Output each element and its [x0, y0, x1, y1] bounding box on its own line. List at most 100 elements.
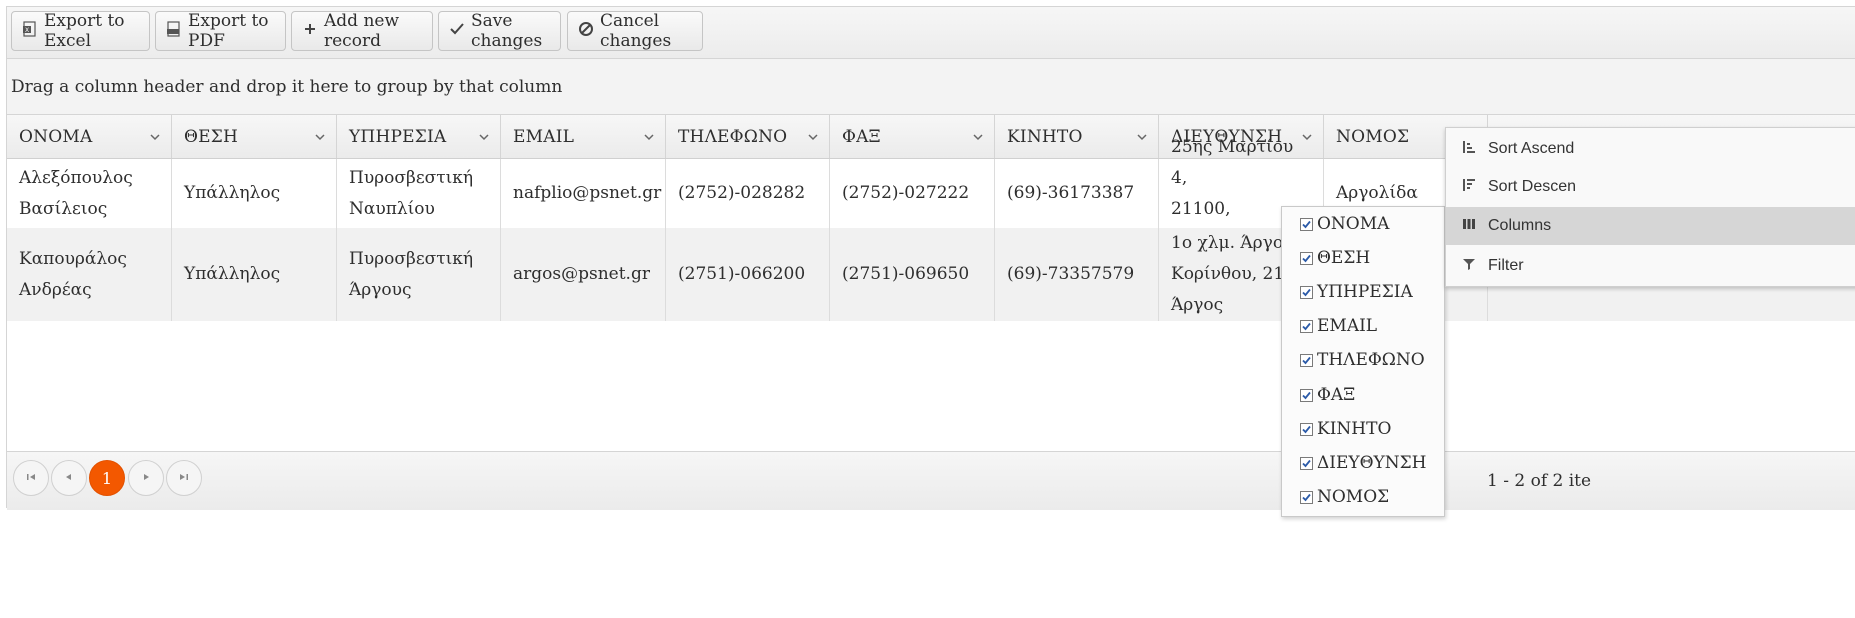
cell-text: Πυροσβεστική [349, 167, 474, 188]
column-toggle-label: ΚΙΝΗΤΟ [1317, 419, 1392, 439]
checkbox-checked-icon[interactable] [1300, 353, 1313, 367]
chevron-down-icon[interactable] [641, 129, 657, 145]
next-page-icon [140, 468, 152, 488]
grid-toolbar: X Export to Excel Export to PDF Add new … [7, 7, 1855, 59]
checkbox-checked-icon[interactable] [1300, 217, 1313, 231]
pdf-icon [166, 20, 182, 42]
column-header-label: EMAIL [513, 126, 575, 147]
add-record-label: Add new record [324, 11, 400, 51]
cancel-changes-label: Cancel changes [600, 11, 672, 51]
column-toggle-tilefono[interactable]: ΤΗΛΕΦΩΝΟ [1300, 348, 1425, 372]
svg-text:X: X [25, 27, 29, 34]
column-header-label: ΦΑΞ [842, 126, 881, 147]
prev-page-icon [63, 468, 75, 488]
cell-tilefono: (2752)-028282 [666, 159, 830, 228]
checkbox-checked-icon[interactable] [1300, 388, 1313, 402]
export-pdf-button[interactable]: Export to PDF [155, 11, 286, 51]
column-toggle-fax[interactable]: ΦΑΞ [1300, 383, 1355, 407]
cell-text: 25ης Μαρτίου 4, [1171, 136, 1294, 188]
checkbox-checked-icon[interactable] [1300, 285, 1313, 299]
cell-fax: (2752)-027222 [830, 159, 995, 228]
cell-ypiresia: Πυροσβεστική Ναυπλίου [337, 159, 501, 228]
column-toggle-kinito[interactable]: ΚΙΝΗΤΟ [1300, 417, 1391, 441]
column-chooser-menu: ΟΝΟΜΑ ΘΕΣΗ ΥΠΗΡΕΣΙΑ EMAIL ΤΗΛΕΦΩΝΟ ΦΑΞ Κ… [1281, 206, 1445, 517]
save-changes-label: Save changes [471, 11, 543, 51]
cell-kinito: (69)-73357579 [995, 228, 1159, 321]
column-toggle-label: ΘΕΣΗ [1317, 248, 1371, 268]
cancel-changes-button[interactable]: Cancel changes [567, 11, 703, 51]
column-header-onoma[interactable]: ΟΝΟΜΑ [7, 115, 172, 158]
cell-text: Αλεξόπουλος [19, 167, 133, 188]
cell-text: Βασίλειος [19, 198, 108, 219]
column-header-ypiresia[interactable]: ΥΠΗΡΕΣΙΑ [337, 115, 501, 158]
column-toggle-label: ΟΝΟΜΑ [1317, 214, 1390, 234]
column-header-label: ΚΙΝΗΤΟ [1007, 126, 1083, 147]
plus-icon [302, 21, 318, 42]
column-toggle-thesi[interactable]: ΘΕΣΗ [1300, 246, 1370, 270]
column-header-label: ΘΕΣΗ [184, 126, 238, 147]
group-drop-area[interactable]: Drag a column header and drop it here to… [7, 59, 1855, 115]
cell-text: Πυροσβεστική [349, 248, 474, 269]
sort-ascending-item[interactable]: Sort Ascend [1446, 130, 1855, 168]
chevron-down-icon[interactable] [970, 129, 986, 145]
last-page-button[interactable] [166, 460, 202, 496]
column-toggle-nomos[interactable]: ΝΟΜΟΣ [1300, 485, 1389, 509]
column-header-thesi[interactable]: ΘΕΣΗ [172, 115, 337, 158]
save-changes-button[interactable]: Save changes [438, 11, 561, 51]
first-page-button[interactable] [13, 460, 49, 496]
column-header-tilefono[interactable]: ΤΗΛΕΦΩΝΟ [666, 115, 830, 158]
sort-descending-icon [1462, 178, 1476, 197]
column-toggle-ypiresia[interactable]: ΥΠΗΡΕΣΙΑ [1300, 280, 1413, 304]
checkbox-checked-icon[interactable] [1300, 319, 1313, 333]
prev-page-button[interactable] [51, 460, 87, 496]
pager: 1 1 - 2 of 2 ite [7, 451, 1855, 510]
chevron-down-icon[interactable] [312, 129, 328, 145]
checkbox-checked-icon[interactable] [1300, 422, 1313, 436]
cell-ypiresia: Πυροσβεστική Άργους [337, 228, 501, 321]
cell-text: Άργος [1171, 295, 1224, 315]
export-pdf-label: Export to PDF [188, 11, 269, 51]
column-header-label: ΥΠΗΡΕΣΙΑ [349, 126, 447, 147]
page-1-button[interactable]: 1 [89, 460, 125, 496]
add-record-button[interactable]: Add new record [291, 11, 433, 51]
pager-info: 1 - 2 of 2 ite [1487, 471, 1592, 491]
cell-text: Καπουράλος [19, 248, 127, 269]
filter-icon [1462, 257, 1476, 276]
current-page-number: 1 [101, 468, 113, 488]
cell-tilefono: (2751)-066200 [666, 228, 830, 321]
last-page-icon [178, 468, 190, 488]
column-toggle-email[interactable]: EMAIL [1300, 314, 1377, 338]
check-icon [449, 21, 465, 42]
column-header-fax[interactable]: ΦΑΞ [830, 115, 995, 158]
chevron-down-icon[interactable] [147, 129, 163, 145]
column-toggle-label: ΤΗΛΕΦΩΝΟ [1317, 350, 1425, 370]
columns-item[interactable]: Columns [1446, 207, 1855, 245]
chevron-down-icon[interactable] [1134, 129, 1150, 145]
cell-fax: (2751)-069650 [830, 228, 995, 321]
column-header-menu: Sort Ascend Sort Descen Columns Filter [1445, 127, 1855, 287]
export-excel-label: Export to Excel [44, 11, 125, 51]
checkbox-checked-icon[interactable] [1300, 490, 1313, 504]
column-toggle-onoma[interactable]: ΟΝΟΜΑ [1300, 212, 1389, 236]
cell-text: Άργους [349, 279, 412, 300]
checkbox-checked-icon[interactable] [1300, 251, 1313, 265]
cell-text: Ανδρέας [19, 279, 92, 300]
column-toggle-dieuthinsi[interactable]: ΔΙΕΥΘΥΝΣΗ [1300, 451, 1427, 475]
chevron-down-icon[interactable] [476, 129, 492, 145]
checkbox-checked-icon[interactable] [1300, 456, 1313, 470]
column-toggle-label: EMAIL [1317, 316, 1378, 336]
filter-item[interactable]: Filter [1446, 247, 1855, 285]
sort-ascending-icon [1462, 140, 1476, 159]
column-header-label: ΟΝΟΜΑ [19, 126, 93, 147]
sort-descending-item[interactable]: Sort Descen [1446, 168, 1855, 206]
column-toggle-label: ΔΙΕΥΘΥΝΣΗ [1317, 453, 1427, 473]
column-header-kinito[interactable]: ΚΙΝΗΤΟ [995, 115, 1159, 158]
export-excel-button[interactable]: X Export to Excel [11, 11, 150, 51]
first-page-icon [25, 468, 37, 488]
cell-thesi: Υπάλληλος [172, 228, 337, 321]
next-page-button[interactable] [128, 460, 164, 496]
column-header-label: ΤΗΛΕΦΩΝΟ [678, 126, 788, 147]
chevron-down-icon[interactable] [805, 129, 821, 145]
cancel-icon [578, 21, 594, 42]
column-header-email[interactable]: EMAIL [501, 115, 666, 158]
